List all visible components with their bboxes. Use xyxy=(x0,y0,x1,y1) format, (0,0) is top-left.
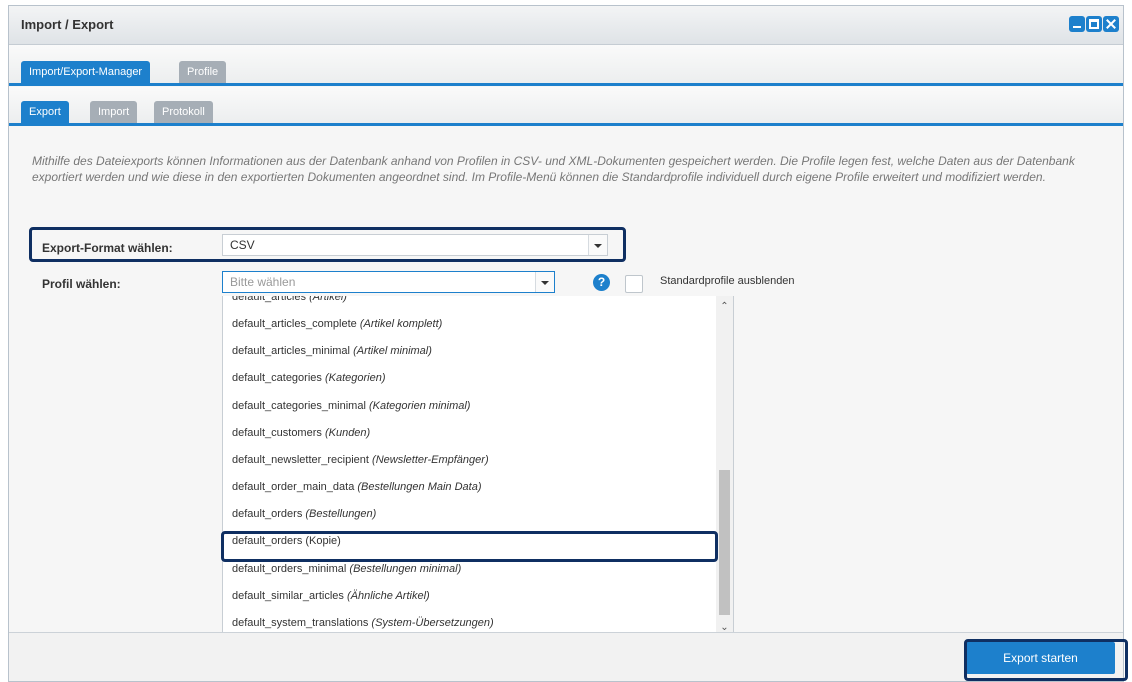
sub-tabbar: Export Import Protokoll xyxy=(9,87,1123,126)
maximize-icon[interactable] xyxy=(1086,16,1102,32)
profile-option-name: default_orders_minimal xyxy=(232,562,347,575)
profile-option-name: default_categories xyxy=(232,372,322,385)
import-export-window: Import / Export Import/Export-Manager Pr… xyxy=(8,5,1124,682)
profile-option-description: (Bestellungen minimal) xyxy=(349,562,462,575)
profile-option-name: default_categories_minimal xyxy=(232,399,366,412)
profile-option[interactable]: default_articles (Artikel) xyxy=(223,296,715,311)
footer-bar: Export starten xyxy=(9,632,1123,681)
profile-option-description: (System-Übersetzungen) xyxy=(371,616,494,629)
profile-option-description: (Kunden) xyxy=(324,426,371,439)
profile-option-name: default_articles_complete xyxy=(232,318,357,331)
profile-select[interactable]: Bitte wählen xyxy=(222,271,555,293)
profile-option-description: (Bestellungen) xyxy=(305,508,377,521)
profile-option-description: (Artikel minimal) xyxy=(353,345,432,358)
window-titlebar: Import / Export xyxy=(9,6,1123,45)
profile-option[interactable]: default_orders (Bestellungen) xyxy=(223,501,715,528)
help-icon[interactable]: ? xyxy=(593,274,610,291)
profile-option-name: default_similar_articles xyxy=(232,589,344,602)
profile-option-description: (Bestellungen Main Data) xyxy=(357,481,482,494)
profile-option-name: default_customers xyxy=(232,426,322,439)
profile-option[interactable]: default_articles_complete (Artikel kompl… xyxy=(223,311,715,338)
profile-option[interactable]: default_categories_minimal (Kategorien m… xyxy=(223,393,715,420)
profile-option[interactable]: default_orders (Kopie) xyxy=(223,528,715,555)
window-controls xyxy=(1069,16,1119,32)
profile-option-description: (Ähnliche Artikel) xyxy=(346,589,430,602)
tab-profile[interactable]: Profile xyxy=(179,61,227,83)
profile-option[interactable]: default_order_main_data (Bestellungen Ma… xyxy=(223,474,715,501)
scrollbar-thumb[interactable] xyxy=(719,470,730,615)
profile-option-name: default_articles xyxy=(232,296,306,303)
profile-option-description: (Kategorien minimal) xyxy=(368,399,471,412)
export-panel: Mithilfe des Dateiexports können Informa… xyxy=(9,126,1123,681)
profile-placeholder: Bitte wählen xyxy=(230,275,296,289)
profile-option[interactable]: default_categories (Kategorien) xyxy=(223,365,715,392)
profile-option[interactable]: default_orders_minimal (Bestellungen min… xyxy=(223,556,715,583)
format-value: CSV xyxy=(230,238,255,252)
tab-import[interactable]: Import xyxy=(90,101,138,123)
profile-option-description: (Artikel) xyxy=(309,296,347,303)
profile-option-description: (Artikel komplett) xyxy=(359,318,443,331)
profile-label: Profil wählen: xyxy=(42,277,121,291)
profile-option-name: default_articles_minimal xyxy=(232,345,350,358)
profile-option-name: default_order_main_data xyxy=(232,481,355,494)
profile-option-name: default_system_translations xyxy=(232,616,369,629)
window-title: Import / Export xyxy=(21,17,114,32)
tab-export[interactable]: Export xyxy=(21,101,69,123)
export-description: Mithilfe des Dateiexports können Informa… xyxy=(32,154,1075,184)
profile-option[interactable]: default_newsletter_recipient (Newsletter… xyxy=(223,447,715,474)
profile-option-name: default_orders (Kopie) xyxy=(232,535,341,548)
format-select[interactable]: CSV xyxy=(222,234,608,256)
profile-option-name: default_orders xyxy=(232,508,303,521)
profile-option[interactable]: default_articles_minimal (Artikel minima… xyxy=(223,338,715,365)
tab-protokoll[interactable]: Protokoll xyxy=(154,101,213,123)
scroll-up-icon[interactable]: ⌃ xyxy=(716,298,733,315)
dropdown-scrollbar[interactable]: ⌃ ⌄ xyxy=(716,296,733,636)
profile-option[interactable]: default_similar_articles (Ähnliche Artik… xyxy=(223,583,715,610)
close-icon[interactable] xyxy=(1103,16,1119,32)
export-start-button[interactable]: Export starten xyxy=(966,642,1115,674)
minimize-icon[interactable] xyxy=(1069,16,1085,32)
profile-option-name: default_newsletter_recipient xyxy=(232,453,369,466)
hide-default-profiles-label: Standardprofile ausblenden xyxy=(660,275,795,287)
profile-option-description: (Kategorien) xyxy=(324,372,386,385)
chevron-down-icon xyxy=(588,235,607,255)
tab-import-export-manager[interactable]: Import/Export-Manager xyxy=(21,61,151,83)
hide-default-profiles-checkbox[interactable] xyxy=(625,275,643,293)
profile-option-description: (Newsletter-Empfänger) xyxy=(372,453,489,466)
profile-option[interactable]: default_customers (Kunden) xyxy=(223,420,715,447)
format-label: Export-Format wählen: xyxy=(42,241,173,255)
chevron-down-icon xyxy=(535,272,554,292)
main-tabbar: Import/Export-Manager Profile xyxy=(9,45,1123,86)
profile-dropdown-list[interactable]: default_articles (Artikel) default_articl… xyxy=(222,296,734,637)
